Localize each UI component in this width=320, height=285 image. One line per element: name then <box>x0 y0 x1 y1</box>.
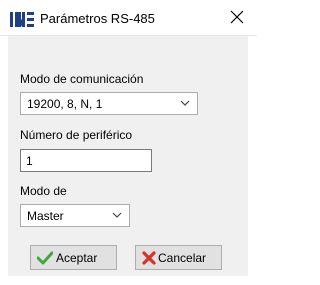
comm-mode-select[interactable]: 19200, 8, N, 1 <box>20 92 198 115</box>
mode-select[interactable]: Master <box>20 204 130 227</box>
chevron-down-icon <box>112 212 122 218</box>
comm-mode-value: 19200, 8, N, 1 <box>27 97 103 111</box>
close-icon <box>230 10 244 24</box>
cancel-button[interactable]: Cancelar <box>135 245 222 270</box>
peripheral-number-field[interactable] <box>20 149 152 172</box>
red-x-icon <box>142 251 156 265</box>
chevron-down-icon <box>180 100 190 106</box>
mode-value: Master <box>27 209 64 223</box>
title-bar: Parámetros RS-485 <box>0 0 257 36</box>
green-check-icon <box>37 251 53 265</box>
window-title: Parámetros RS-485 <box>40 11 155 26</box>
peripheral-number-label: Número de periférico <box>20 128 133 142</box>
cancel-button-label: Cancelar <box>158 251 207 265</box>
mode-label: Modo de <box>20 184 67 198</box>
peripheral-number-input[interactable] <box>26 153 136 168</box>
dialog-window: Parámetros RS-485 Modo de comunicación 1… <box>0 0 257 285</box>
close-button[interactable] <box>217 0 257 35</box>
dialog-body: Modo de comunicación 19200, 8, N, 1 Núme… <box>8 36 248 276</box>
accept-button-label: Aceptar <box>56 251 98 265</box>
comm-mode-label: Modo de comunicación <box>20 72 144 86</box>
ine-logo <box>10 12 34 27</box>
accept-button[interactable]: Aceptar <box>30 245 117 270</box>
